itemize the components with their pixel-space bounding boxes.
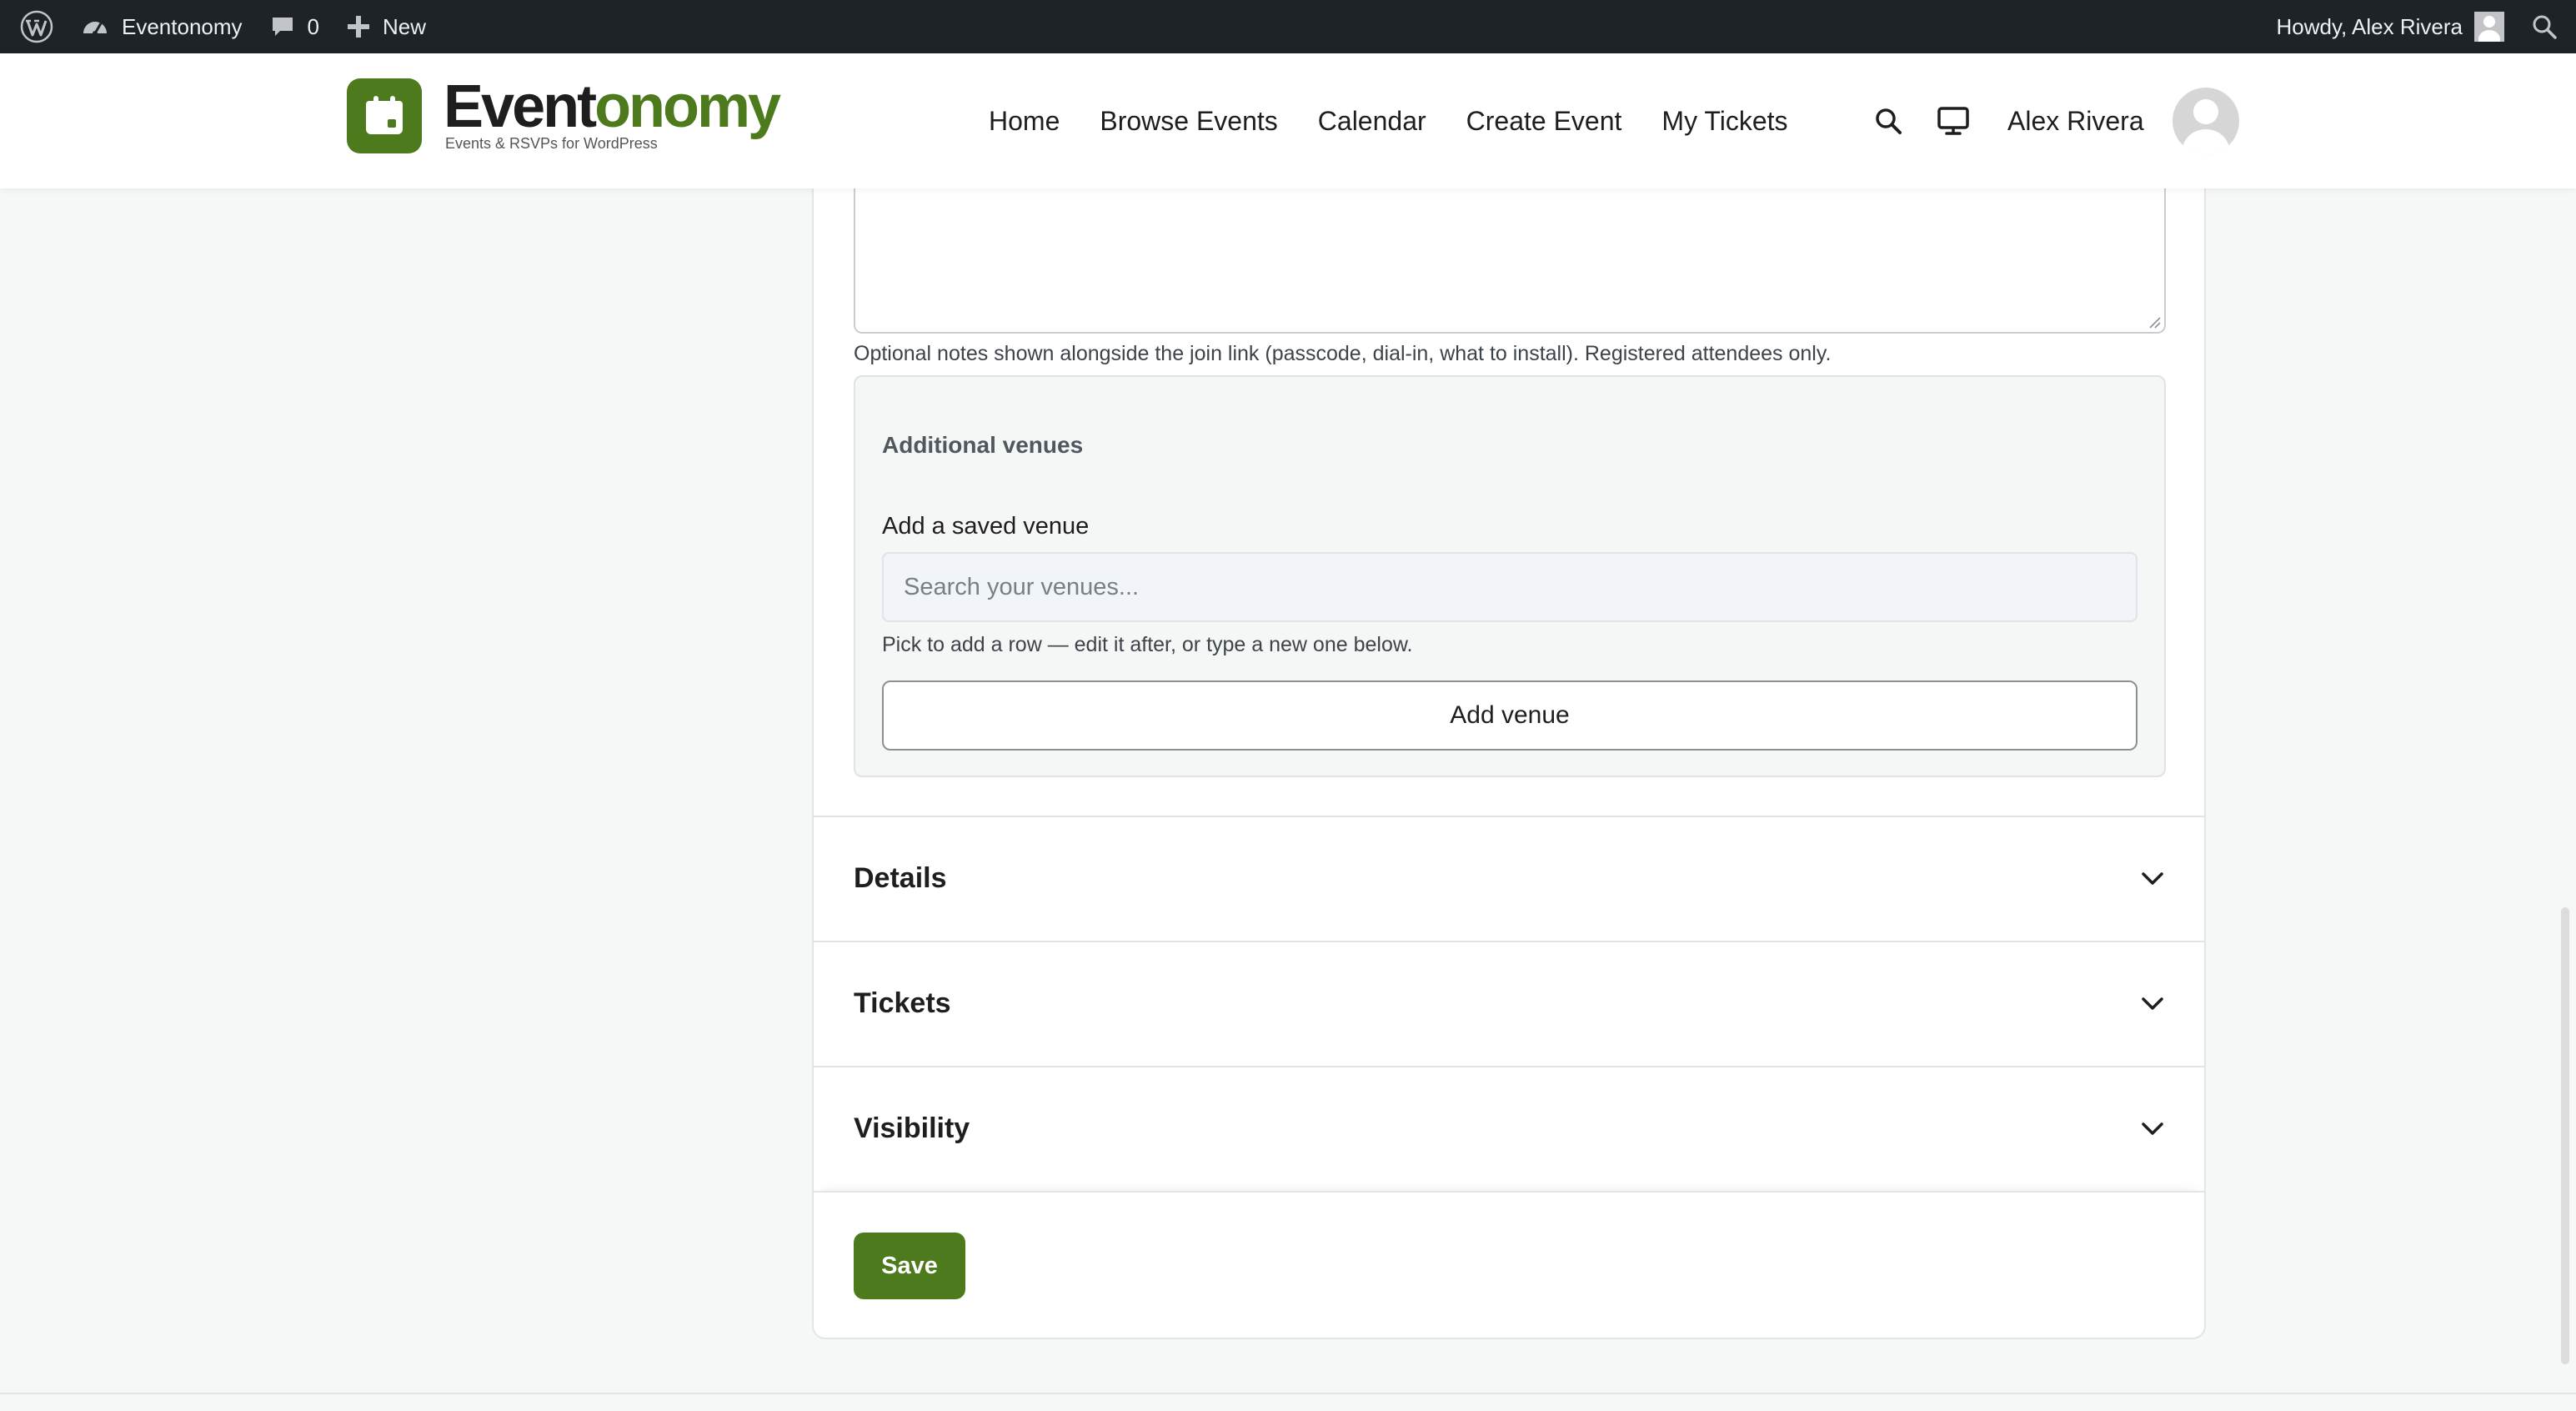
user-name[interactable]: Alex Rivera [2007, 53, 2144, 188]
wordpress-menu[interactable] [7, 0, 67, 53]
resize-handle-icon[interactable] [2148, 315, 2161, 329]
dashboard-icon [83, 22, 107, 36]
event-form-card: Optional notes shown alongside the join … [812, 125, 2206, 1339]
additional-venues-panel: Additional venues Add a saved venue Pick… [854, 375, 2166, 777]
save-button[interactable]: Save [854, 1233, 965, 1299]
nav-my-tickets[interactable]: My Tickets [1661, 106, 1787, 137]
nav-browse-events[interactable]: Browse Events [1100, 106, 1277, 137]
logo-calendar-icon[interactable] [347, 78, 422, 153]
page-divider [0, 1393, 2576, 1394]
admin-bar: Eventonomy 0 New Howdy, Alex Rivera [0, 0, 2576, 53]
comments-count: 0 [307, 13, 319, 39]
logo-tagline: Events & RSVPs for WordPress [445, 135, 658, 152]
admin-search[interactable] [2518, 0, 2571, 53]
site-name: Eventonomy [122, 13, 243, 39]
venue-search-input[interactable] [882, 552, 2137, 622]
section-details-title: Details [854, 861, 947, 894]
new-label: New [383, 13, 427, 39]
online-notes-help: Optional notes shown alongside the join … [854, 342, 1832, 365]
howdy-text: Howdy, Alex Rivera [2276, 13, 2463, 39]
chevron-down-icon [2142, 997, 2163, 1010]
section-visibility[interactable]: Visibility [814, 1066, 2204, 1191]
site-header: Eventonomy Events & RSVPs for WordPress … [0, 53, 2576, 188]
search-icon[interactable] [1871, 103, 1906, 138]
admin-avatar [2474, 12, 2504, 42]
nav-calendar[interactable]: Calendar [1318, 106, 1426, 137]
site-name-menu[interactable]: Eventonomy [67, 0, 256, 53]
venue-help-text: Pick to add a row — edit it after, or ty… [882, 633, 1413, 656]
avatar[interactable] [2173, 88, 2239, 154]
additional-venues-heading: Additional venues [882, 432, 1084, 458]
wordpress-logo-icon [20, 10, 53, 43]
nav-home[interactable]: Home [989, 106, 1060, 137]
add-venue-button[interactable]: Add venue [882, 680, 2137, 751]
search-icon [2533, 15, 2557, 39]
chevron-down-icon [2142, 1122, 2163, 1135]
logo-wordmark[interactable]: Eventonomy [444, 73, 781, 140]
comments-menu[interactable]: 0 [256, 0, 333, 53]
plus-icon [348, 16, 369, 38]
main-nav: Home Browse Events Calendar Create Event… [989, 53, 1788, 188]
page-scrollbar[interactable] [2561, 907, 2569, 1364]
section-tickets[interactable]: Tickets [814, 941, 2204, 1066]
my-account-menu[interactable]: Howdy, Alex Rivera [2263, 0, 2518, 53]
form-footer: Save [814, 1191, 2204, 1338]
section-tickets-title: Tickets [854, 987, 951, 1019]
new-content-menu[interactable]: New [333, 0, 439, 53]
nav-create-event[interactable]: Create Event [1466, 106, 1622, 137]
chevron-down-icon [2142, 872, 2163, 885]
section-details[interactable]: Details [814, 816, 2204, 941]
saved-venue-label: Add a saved venue [882, 513, 1090, 540]
monitor-icon[interactable] [1936, 103, 1971, 138]
section-visibility-title: Visibility [854, 1112, 970, 1144]
comment-icon [272, 18, 293, 36]
